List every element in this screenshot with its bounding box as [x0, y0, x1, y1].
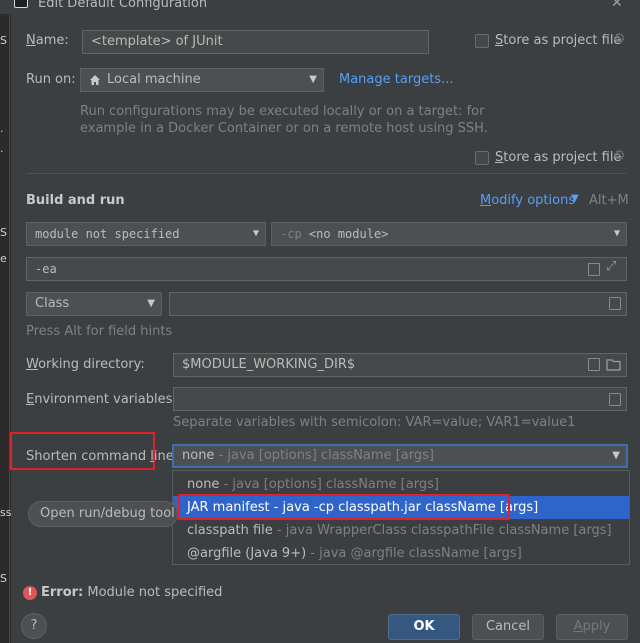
classpath-dropdown[interactable]: -cp <no module> ▼: [271, 222, 627, 246]
home-icon: [90, 75, 100, 85]
intellij-app-icon: [14, 0, 28, 8]
modify-options-shortcut: Alt+M: [589, 193, 629, 208]
close-icon[interactable]: ✕: [611, 0, 623, 11]
strip-fragment: S: [0, 34, 7, 47]
expand-text-icon[interactable]: [588, 263, 600, 276]
shorten-command-line-label: Shorten command line:: [26, 449, 179, 464]
jar-manifest-highlight: [178, 494, 510, 520]
environment-variables-hint: Separate variables with semicolon: VAR=v…: [173, 415, 576, 430]
expand-text-icon[interactable]: [588, 358, 600, 371]
editor-strip: [0, 14, 10, 643]
run-on-label: Run on:: [26, 72, 76, 87]
run-on-value: Local machine: [107, 72, 201, 87]
option-classpath-file[interactable]: classpath file - java WrapperClass class…: [173, 519, 629, 542]
modify-options-link[interactable]: Modify options: [480, 193, 575, 208]
strip-fragment: S: [0, 226, 7, 239]
option-argfile[interactable]: @argfile (Java 9+) - java @argfile class…: [173, 542, 629, 565]
strip-fragment: .: [0, 122, 4, 135]
cp-prefix: -cp: [280, 227, 302, 241]
open-run-debug-tool-option[interactable]: Open run/debug tool: [28, 501, 178, 527]
test-kind-dropdown[interactable]: Class ▼: [26, 292, 162, 316]
class-input[interactable]: [169, 292, 627, 316]
store-as-project-file-checkbox[interactable]: [475, 34, 489, 48]
cancel-button[interactable]: Cancel: [472, 614, 544, 640]
name-label: Name:: [26, 33, 69, 48]
vm-options-input[interactable]: -ea: [26, 257, 627, 281]
module-value: module not specified: [35, 227, 180, 241]
store-as-project-file-checkbox-2[interactable]: [475, 151, 489, 165]
cp-value: <no module>: [308, 227, 389, 241]
run-on-dropdown[interactable]: Local machine ▼: [80, 68, 324, 92]
chevron-down-icon: ▼: [571, 193, 579, 204]
gear-icon[interactable]: ⚙: [613, 148, 626, 164]
error-icon: !: [23, 586, 37, 600]
store-as-project-file-label: Store as project file: [495, 33, 622, 48]
working-directory-label: Working directory:: [26, 357, 145, 372]
shorten-selected-main: none: [182, 448, 215, 463]
gear-icon[interactable]: ⚙: [613, 31, 626, 47]
section-separator: [26, 173, 626, 174]
name-input[interactable]: <template> of JUnit: [82, 30, 429, 54]
browse-class-icon[interactable]: [609, 297, 621, 310]
strip-fragment: S: [0, 572, 7, 585]
test-kind-value: Class: [35, 296, 70, 311]
error-message: Error: Module not specified: [41, 585, 223, 600]
strip-fragment: e: [0, 252, 7, 265]
field-hints: Press Alt for field hints: [26, 324, 173, 339]
chevron-down-icon: ▼: [613, 228, 620, 239]
strip-fragment: .: [0, 142, 4, 155]
help-icon[interactable]: ?: [21, 613, 47, 639]
build-and-run-heading: Build and run: [26, 193, 125, 208]
environment-variables-label: Environment variables:: [26, 392, 177, 407]
module-dropdown[interactable]: module not specified ▼: [26, 222, 266, 246]
store-as-project-file-label-2: Store as project file: [495, 150, 622, 165]
chevron-down-icon: ▼: [147, 298, 155, 309]
working-directory-input[interactable]: $MODULE_WORKING_DIR$: [173, 353, 627, 377]
chevron-down-icon: ▼: [309, 74, 317, 85]
chevron-down-icon: ▼: [252, 228, 259, 239]
ok-button[interactable]: OK: [388, 614, 460, 640]
option-none[interactable]: none - java [options] className [args]: [173, 473, 629, 496]
run-on-hint-line1: Run configurations may be executed local…: [80, 104, 485, 119]
manage-targets-link[interactable]: Manage targets...: [339, 72, 453, 87]
strip-fragment: ss: [0, 506, 12, 519]
edit-env-vars-icon[interactable]: [609, 393, 621, 406]
fullscreen-icon[interactable]: ⤢: [606, 259, 616, 274]
environment-variables-input[interactable]: [173, 387, 627, 411]
folder-icon[interactable]: [606, 358, 621, 371]
shorten-selected-sub: - java [options] className [args]: [214, 448, 434, 463]
run-on-hint-line2: example in a Docker Container or on a re…: [80, 121, 488, 136]
window-title: Edit Default Configuration: [38, 0, 208, 11]
chevron-down-icon: ▼: [612, 450, 620, 461]
shorten-command-line-dropdown[interactable]: none - java [options] className [args] ▼: [172, 444, 628, 468]
apply-button[interactable]: Apply: [556, 614, 628, 640]
